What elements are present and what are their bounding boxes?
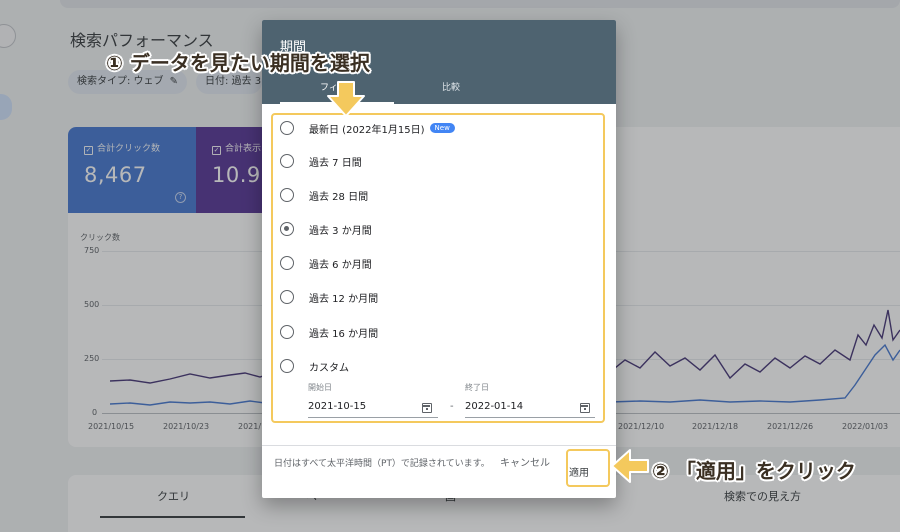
step2-annotation: ② 「適用」をクリック xyxy=(652,459,856,483)
step1-annotation: ① データを見たい期間を選択 xyxy=(106,51,370,75)
active-tab-indicator xyxy=(280,102,394,104)
tab-filter[interactable]: フィルタ xyxy=(320,80,356,93)
options-highlight-box xyxy=(271,113,605,423)
timezone-note: 日付はすべて太平洋時間（PT）で記録されています。 xyxy=(274,459,490,469)
cancel-button[interactable]: キャンセル xyxy=(500,456,550,471)
apply-highlight-box xyxy=(566,449,610,487)
footer-divider xyxy=(262,445,616,446)
tab-compare[interactable]: 比較 xyxy=(442,80,460,93)
